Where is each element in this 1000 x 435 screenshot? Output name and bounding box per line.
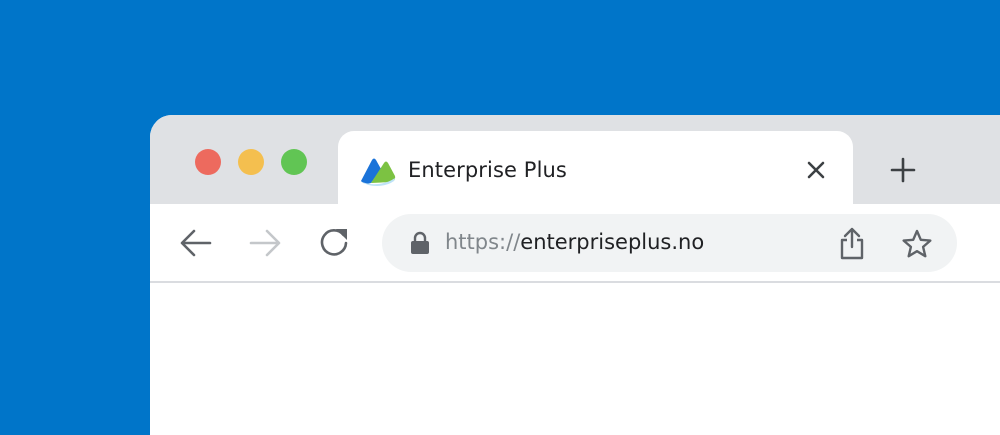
lock-icon (411, 231, 429, 254)
star-icon[interactable] (901, 228, 933, 260)
page-content (150, 283, 1000, 435)
address-bar[interactable]: https://enterpriseplus.no (382, 214, 957, 272)
url-scheme: https:// (445, 230, 521, 254)
browser-toolbar: https://enterpriseplus.no (150, 204, 1000, 283)
tab-title: Enterprise Plus (408, 158, 567, 182)
window-zoom-button[interactable] (281, 149, 307, 175)
forward-arrow-icon[interactable] (247, 225, 283, 261)
reload-icon[interactable] (316, 225, 352, 261)
new-tab-plus-icon[interactable] (890, 157, 916, 183)
window-minimize-button[interactable] (238, 149, 264, 175)
back-arrow-icon[interactable] (178, 225, 214, 261)
window-close-button[interactable] (195, 149, 221, 175)
browser-window: Enterprise Plus https://enterpriseplus.n… (150, 115, 1000, 435)
url-text[interactable]: https://enterpriseplus.no (445, 230, 704, 254)
tab-strip: Enterprise Plus (150, 115, 1000, 204)
url-host: enterpriseplus.no (520, 230, 705, 254)
tab-enterprise-plus[interactable]: Enterprise Plus (338, 131, 853, 204)
share-icon[interactable] (837, 227, 867, 261)
close-icon[interactable] (804, 158, 828, 182)
desktop-background: Enterprise Plus https://enterpriseplus.n… (0, 0, 1000, 435)
enterprise-plus-logo-icon (360, 158, 396, 186)
